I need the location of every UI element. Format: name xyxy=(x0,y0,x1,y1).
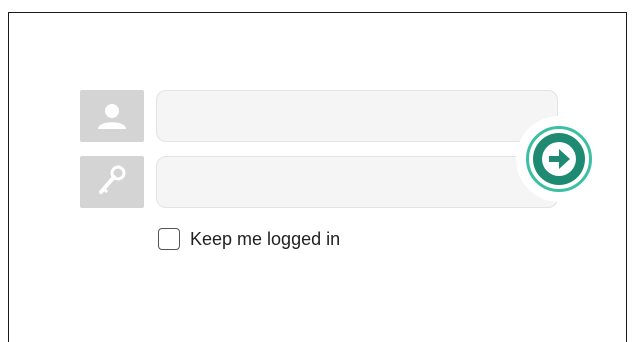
key-icon xyxy=(80,156,144,208)
remember-me-label: Keep me logged in xyxy=(190,228,341,249)
username-input[interactable] xyxy=(156,90,558,142)
remember-me-checkbox[interactable] xyxy=(158,228,180,250)
arrow-right-icon xyxy=(533,133,585,185)
password-input[interactable] xyxy=(156,156,558,208)
submit-button[interactable] xyxy=(526,126,592,192)
remember-me-option[interactable]: Keep me logged in xyxy=(158,228,340,250)
user-icon xyxy=(80,90,144,142)
